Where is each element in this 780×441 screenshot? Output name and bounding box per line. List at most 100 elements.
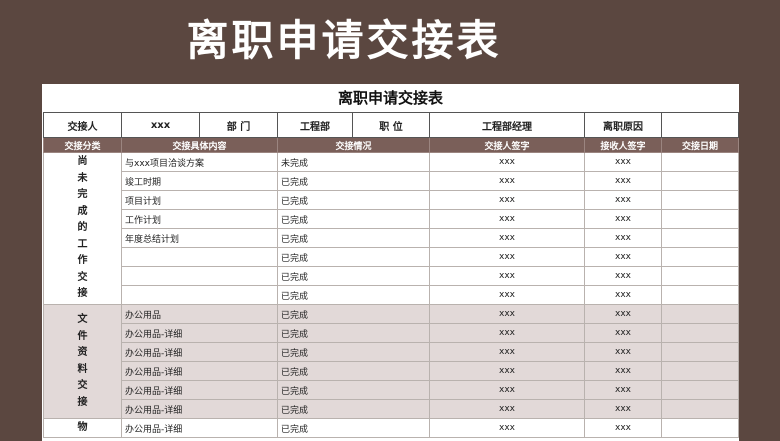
date-cell[interactable] <box>661 380 739 400</box>
content-cell[interactable]: 办公用品-详细 <box>121 323 278 343</box>
date-cell[interactable] <box>661 171 739 191</box>
receiver-sign-cell[interactable]: xxx <box>584 152 662 172</box>
content-cell[interactable]: 办公用品-详细 <box>121 342 278 362</box>
content-cell[interactable] <box>121 285 278 305</box>
table-row: 项目计划 已完成 xxx xxx <box>44 190 739 210</box>
receiver-sign-cell[interactable]: xxx <box>584 171 662 191</box>
handover-sign-cell[interactable]: xxx <box>429 266 585 286</box>
category-char: 物 <box>77 421 88 433</box>
status-cell[interactable]: 已完成 <box>277 209 430 229</box>
receiver-sign-cell[interactable]: xxx <box>584 190 662 210</box>
status-cell[interactable]: 已完成 <box>277 361 430 381</box>
reason-value[interactable] <box>661 112 739 138</box>
category-char: 接 <box>77 288 88 300</box>
status-cell[interactable]: 已完成 <box>277 190 430 210</box>
content-cell[interactable]: 办公用品-详细 <box>121 399 278 419</box>
table-row: 办公用品-详细 已完成 xxx xxx <box>44 380 739 400</box>
content-cell[interactable]: 年度总结计划 <box>121 228 278 248</box>
handover-sign-cell[interactable]: xxx <box>429 247 585 267</box>
date-cell[interactable] <box>661 152 739 172</box>
date-cell[interactable] <box>661 228 739 248</box>
handover-sign-cell[interactable]: xxx <box>429 342 585 362</box>
handover-sign-cell[interactable]: xxx <box>429 285 585 305</box>
receiver-sign-cell[interactable]: xxx <box>584 304 662 324</box>
handover-sign-cell[interactable]: xxx <box>429 190 585 210</box>
status-cell[interactable]: 已完成 <box>277 171 430 191</box>
category-char: 的 <box>77 222 88 234</box>
content-cell[interactable]: 办公用品-详细 <box>121 418 278 438</box>
receiver-sign-cell[interactable]: xxx <box>584 399 662 419</box>
handover-sign-cell[interactable]: xxx <box>429 304 585 324</box>
receiver-sign-cell[interactable]: xxx <box>584 247 662 267</box>
content-cell[interactable]: 办公用品-详细 <box>121 380 278 400</box>
handover-sign-cell[interactable]: xxx <box>429 152 585 172</box>
table-row: 已完成 xxx xxx <box>44 247 739 267</box>
header-handover-sign: 交接人签字 <box>429 137 585 153</box>
status-cell[interactable]: 已完成 <box>277 418 430 438</box>
handover-sign-cell[interactable]: xxx <box>429 228 585 248</box>
status-cell[interactable]: 已完成 <box>277 342 430 362</box>
date-cell[interactable] <box>661 361 739 381</box>
content-cell[interactable]: 与xxx项目洽谈方案 <box>121 152 278 172</box>
status-cell[interactable]: 已完成 <box>277 285 430 305</box>
date-cell[interactable] <box>661 190 739 210</box>
content-cell[interactable]: 办公用品-详细 <box>121 361 278 381</box>
handover-person-value[interactable]: xxx <box>121 112 200 138</box>
handover-sign-cell[interactable]: xxx <box>429 380 585 400</box>
handover-sign-cell[interactable]: xxx <box>429 418 585 438</box>
banner: 离职申请交接表 <box>0 0 780 84</box>
department-value[interactable]: 工程部 <box>277 112 353 138</box>
position-label: 职 位 <box>352 112 430 138</box>
status-cell[interactable]: 已完成 <box>277 399 430 419</box>
category-cell: 尚未完成的工作交接 <box>43 152 122 305</box>
table-row: 工作计划 已完成 xxx xxx <box>44 209 739 229</box>
handover-sign-cell[interactable]: xxx <box>429 323 585 343</box>
receiver-sign-cell[interactable]: xxx <box>584 285 662 305</box>
category-char: 成 <box>77 205 88 217</box>
content-cell[interactable]: 竣工时期 <box>121 171 278 191</box>
status-cell[interactable]: 未完成 <box>277 152 430 172</box>
date-cell[interactable] <box>661 323 739 343</box>
category-cell: 物 <box>43 418 122 438</box>
status-cell[interactable]: 已完成 <box>277 323 430 343</box>
receiver-sign-cell[interactable]: xxx <box>584 209 662 229</box>
status-cell[interactable]: 已完成 <box>277 228 430 248</box>
receiver-sign-cell[interactable]: xxx <box>584 266 662 286</box>
date-cell[interactable] <box>661 304 739 324</box>
category-char: 工 <box>77 238 88 250</box>
receiver-sign-cell[interactable]: xxx <box>584 228 662 248</box>
handover-sign-cell[interactable]: xxx <box>429 171 585 191</box>
status-cell[interactable]: 已完成 <box>277 380 430 400</box>
status-cell[interactable]: 已完成 <box>277 266 430 286</box>
category-char: 文 <box>77 314 88 325</box>
content-cell[interactable] <box>121 266 278 286</box>
handover-sign-cell[interactable]: xxx <box>429 209 585 229</box>
table-row: 年度总结计划 已完成 xxx xxx <box>44 228 739 248</box>
handover-sign-cell[interactable]: xxx <box>429 361 585 381</box>
position-value[interactable]: 工程部经理 <box>429 112 585 138</box>
receiver-sign-cell[interactable]: xxx <box>584 342 662 362</box>
date-cell[interactable] <box>661 266 739 286</box>
category-char: 尚 <box>77 156 88 168</box>
date-cell[interactable] <box>661 247 739 267</box>
sheet-title: 离职申请交接表 <box>337 89 443 107</box>
date-cell[interactable] <box>661 399 739 419</box>
handover-sign-cell[interactable]: xxx <box>429 399 585 419</box>
receiver-sign-cell[interactable]: xxx <box>584 380 662 400</box>
date-cell[interactable] <box>661 342 739 362</box>
status-cell[interactable]: 已完成 <box>277 247 430 267</box>
date-cell[interactable] <box>661 418 739 438</box>
content-cell[interactable] <box>121 247 278 267</box>
table-row: 已完成 xxx xxx <box>44 285 739 305</box>
date-cell[interactable] <box>661 209 739 229</box>
receiver-sign-cell[interactable]: xxx <box>584 361 662 381</box>
table-row: 物办公用品-详细 已完成 xxx xxx <box>43 418 739 438</box>
content-cell[interactable]: 工作计划 <box>121 209 278 229</box>
content-cell[interactable]: 项目计划 <box>121 190 278 210</box>
receiver-sign-cell[interactable]: xxx <box>584 418 662 438</box>
status-cell[interactable]: 已完成 <box>277 304 430 324</box>
content-cell[interactable]: 办公用品 <box>121 304 278 324</box>
date-cell[interactable] <box>661 285 739 305</box>
receiver-sign-cell[interactable]: xxx <box>584 323 662 343</box>
table-row: 办公用品-详细 已完成 xxx xxx <box>44 342 739 362</box>
